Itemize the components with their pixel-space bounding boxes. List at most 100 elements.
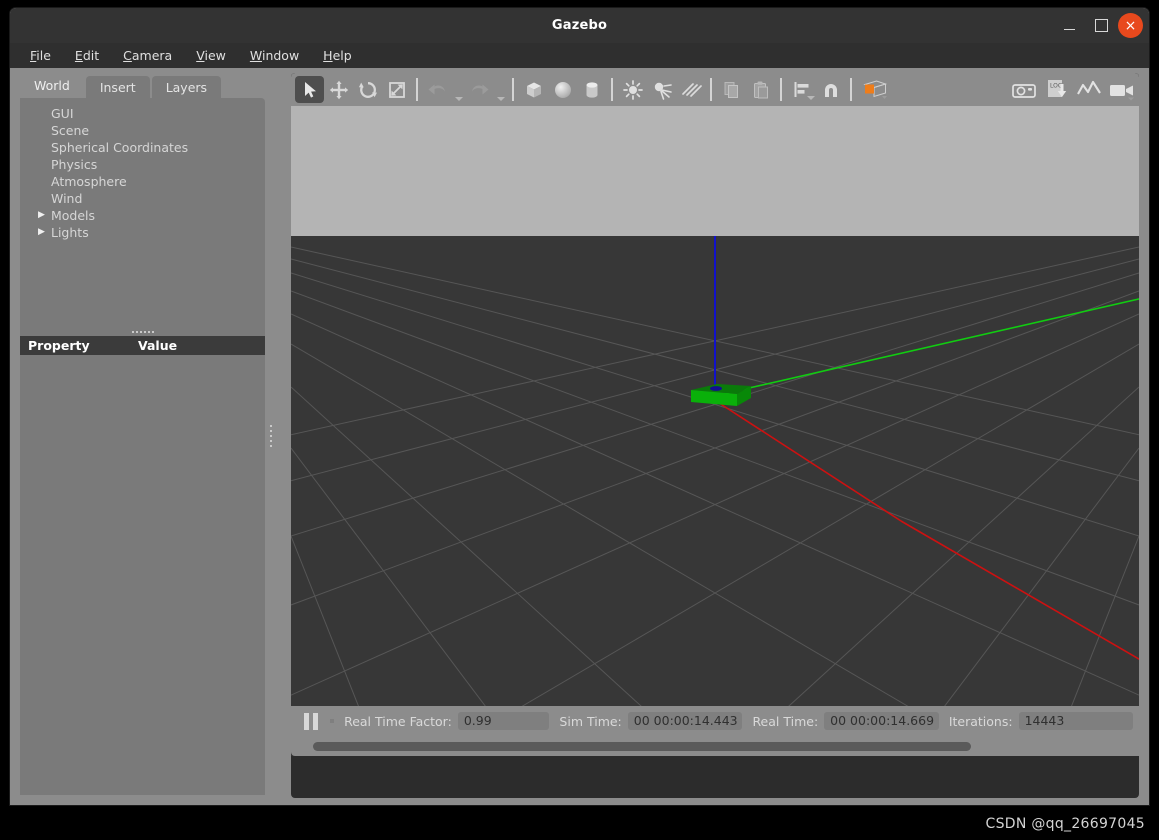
- log-data-button[interactable]: LOG: [1041, 76, 1073, 103]
- world-axes: [714, 236, 1139, 660]
- paste-icon: [753, 81, 768, 98]
- tab-layers[interactable]: Layers: [151, 76, 222, 98]
- pause-button[interactable]: [301, 712, 320, 730]
- cylinder-icon: [586, 81, 597, 98]
- tree-item-physics[interactable]: ▶ Physics: [20, 156, 265, 173]
- translate-mode-button[interactable]: [324, 76, 353, 103]
- toolbar-separator: [850, 78, 852, 101]
- view-angle-icon: [863, 79, 888, 99]
- tab-world[interactable]: World: [20, 73, 84, 98]
- minimize-button[interactable]: [1054, 11, 1084, 41]
- step-button[interactable]: [330, 719, 335, 723]
- splitter-dot: [1138, 444, 1139, 447]
- tree-item-label: Atmosphere: [51, 174, 127, 189]
- tree-item-lights[interactable]: ▶ Lights: [20, 224, 265, 241]
- paste-button[interactable]: [746, 76, 775, 103]
- menu-camera[interactable]: Camera: [121, 46, 174, 65]
- real-time-factor-label: Real Time Factor:: [344, 713, 452, 729]
- splitter-grip: [1138, 428, 1139, 453]
- chevron-down-icon: [454, 96, 463, 101]
- pause-icon: [312, 712, 318, 730]
- insert-sphere-button[interactable]: [548, 76, 577, 103]
- world-tab-content: ▶ GUI ▶ Scene ▶ Spherical Coordinates ▶ …: [20, 98, 265, 795]
- scale-mode-button[interactable]: [382, 76, 411, 103]
- render-area: LOG Real Time Factor: 0.99 Sim Time: 00 …: [291, 73, 1139, 798]
- chevron-down-icon: [807, 96, 815, 100]
- tree-item-wind[interactable]: ▶ Wind: [20, 190, 265, 207]
- sky: [291, 106, 1139, 256]
- insert-spot-light-button[interactable]: [647, 76, 676, 103]
- minimize-icon: [1063, 28, 1075, 30]
- undo-button[interactable]: [423, 76, 452, 103]
- insert-point-light-button[interactable]: [618, 76, 647, 103]
- chevron-right-icon[interactable]: ▶: [38, 228, 51, 237]
- menu-view[interactable]: View: [194, 46, 228, 65]
- insert-cylinder-button[interactable]: [577, 76, 606, 103]
- menu-edit[interactable]: Edit: [73, 46, 101, 65]
- tree-item-models[interactable]: ▶ Models: [20, 207, 265, 224]
- copy-button[interactable]: [717, 76, 746, 103]
- screenshot-button[interactable]: [1007, 76, 1041, 103]
- splitter-dot: [147, 330, 150, 333]
- chevron-right-icon: ▶: [38, 160, 51, 169]
- splitter-dot: [269, 429, 272, 432]
- left-vertical-splitter[interactable]: [265, 73, 276, 798]
- plot-icon: [1077, 80, 1101, 95]
- splitter-dot: [1138, 434, 1139, 437]
- chevron-right-icon[interactable]: ▶: [38, 211, 51, 220]
- csdn-watermark: CSDN @qq_26697045: [985, 816, 1145, 832]
- tree-item-atmosphere[interactable]: ▶ Atmosphere: [20, 173, 265, 190]
- tab-layers-label: Layers: [165, 79, 208, 95]
- splitter-dot: [151, 330, 154, 333]
- close-button[interactable]: ×: [1118, 13, 1143, 38]
- splitter-dot: [139, 330, 142, 333]
- tree-item-label: Lights: [51, 225, 89, 240]
- maximize-button[interactable]: [1086, 11, 1116, 41]
- tree-item-spherical-coordinates[interactable]: ▶ Spherical Coordinates: [20, 139, 265, 156]
- 3d-viewport[interactable]: Real Time Factor: 0.99 Sim Time: 00 00:0…: [291, 106, 1139, 756]
- tree-item-label: Scene: [51, 123, 90, 138]
- status-bar: Real Time Factor: 0.99 Sim Time: 00 00:0…: [291, 706, 1139, 736]
- tab-insert[interactable]: Insert: [85, 76, 150, 98]
- property-table-header: Property Value: [20, 336, 265, 355]
- insert-directional-light-button[interactable]: [676, 76, 705, 103]
- scrollbar-thumb[interactable]: [313, 741, 971, 751]
- tree-item-scene[interactable]: ▶ Scene: [20, 122, 265, 139]
- horizontal-scrollbar[interactable]: [291, 736, 1139, 756]
- undo-icon: [428, 84, 445, 94]
- select-mode-button[interactable]: [295, 76, 324, 103]
- menu-edit-label: dit: [82, 48, 100, 63]
- menu-help[interactable]: Help: [321, 46, 354, 65]
- splitter-dot: [131, 330, 134, 333]
- menu-window[interactable]: Window: [248, 46, 301, 65]
- menu-bar: File Edit Camera View Window Help: [10, 43, 1149, 68]
- view-angle-button[interactable]: [857, 76, 893, 103]
- copy-icon: [724, 81, 738, 98]
- green-box-model[interactable]: [681, 376, 801, 436]
- panel-horizontal-splitter[interactable]: [20, 327, 265, 336]
- tree-item-label: Wind: [51, 191, 83, 206]
- splitter-dot: [269, 439, 272, 442]
- tree-item-gui[interactable]: ▶ GUI: [20, 105, 265, 122]
- splitter-grip: [269, 423, 272, 448]
- align-button[interactable]: [787, 76, 816, 103]
- rotate-mode-button[interactable]: [353, 76, 382, 103]
- menu-file[interactable]: File: [28, 46, 53, 65]
- sphere-icon: [554, 81, 571, 98]
- menu-camera-label: amera: [131, 48, 173, 63]
- right-vertical-splitter[interactable]: [1134, 78, 1139, 798]
- redo-button[interactable]: [465, 76, 494, 103]
- redo-icon: [472, 84, 489, 94]
- close-icon: ×: [1124, 17, 1137, 34]
- toolbar-separator: [780, 78, 782, 101]
- insert-box-button[interactable]: [519, 76, 548, 103]
- iterations-label: Iterations:: [948, 713, 1013, 729]
- undo-dropdown-button[interactable]: [452, 74, 465, 106]
- plotting-button[interactable]: [1073, 76, 1105, 103]
- directional-light-icon: [681, 82, 702, 97]
- redo-dropdown-button[interactable]: [494, 74, 507, 106]
- splitter-dot: [1138, 439, 1139, 442]
- snap-button[interactable]: [816, 76, 845, 103]
- snap-icon: [824, 83, 837, 97]
- rotate-icon: [358, 81, 377, 98]
